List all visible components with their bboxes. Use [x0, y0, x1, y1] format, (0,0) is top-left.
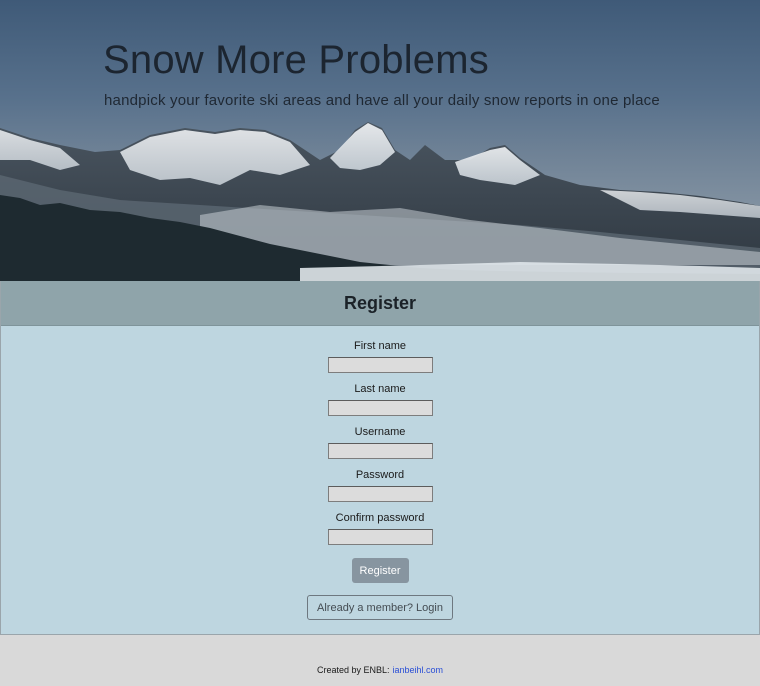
last-name-input[interactable]: [327, 400, 433, 416]
first-name-label: First name: [354, 340, 406, 352]
register-panel: Register First name Last name Username P…: [0, 281, 760, 635]
register-header: Register: [1, 281, 759, 326]
username-label: Username: [354, 426, 406, 438]
username-input[interactable]: [327, 443, 433, 459]
author-website-link[interactable]: ianbeihl.com: [393, 665, 444, 675]
last-name-field-group: Last name: [327, 383, 433, 416]
confirm-password-input[interactable]: [327, 529, 433, 545]
footer: Created by ENBL: ianbeihl.com: [0, 635, 760, 686]
login-link-button[interactable]: Already a member? Login: [307, 595, 453, 620]
password-field-group: Password: [327, 469, 433, 502]
footer-credit: Created by ENBL:: [316, 665, 390, 675]
site-title: Snow More Problems: [103, 38, 489, 82]
password-input[interactable]: [327, 486, 433, 502]
first-name-field-group: First name: [327, 340, 433, 373]
last-name-label: Last name: [354, 383, 406, 395]
register-submit-button[interactable]: Register: [351, 558, 409, 583]
password-label: Password: [355, 469, 405, 481]
confirm-password-field-group: Confirm password: [327, 512, 433, 545]
first-name-input[interactable]: [327, 357, 433, 373]
confirm-password-label: Confirm password: [335, 512, 425, 524]
register-heading: Register: [343, 292, 417, 313]
hero-banner: Snow More Problems handpick your favorit…: [0, 0, 760, 281]
register-form: First name Last name Username Password C…: [1, 326, 759, 620]
username-field-group: Username: [327, 426, 433, 459]
site-tagline: handpick your favorite ski areas and hav…: [104, 92, 660, 109]
